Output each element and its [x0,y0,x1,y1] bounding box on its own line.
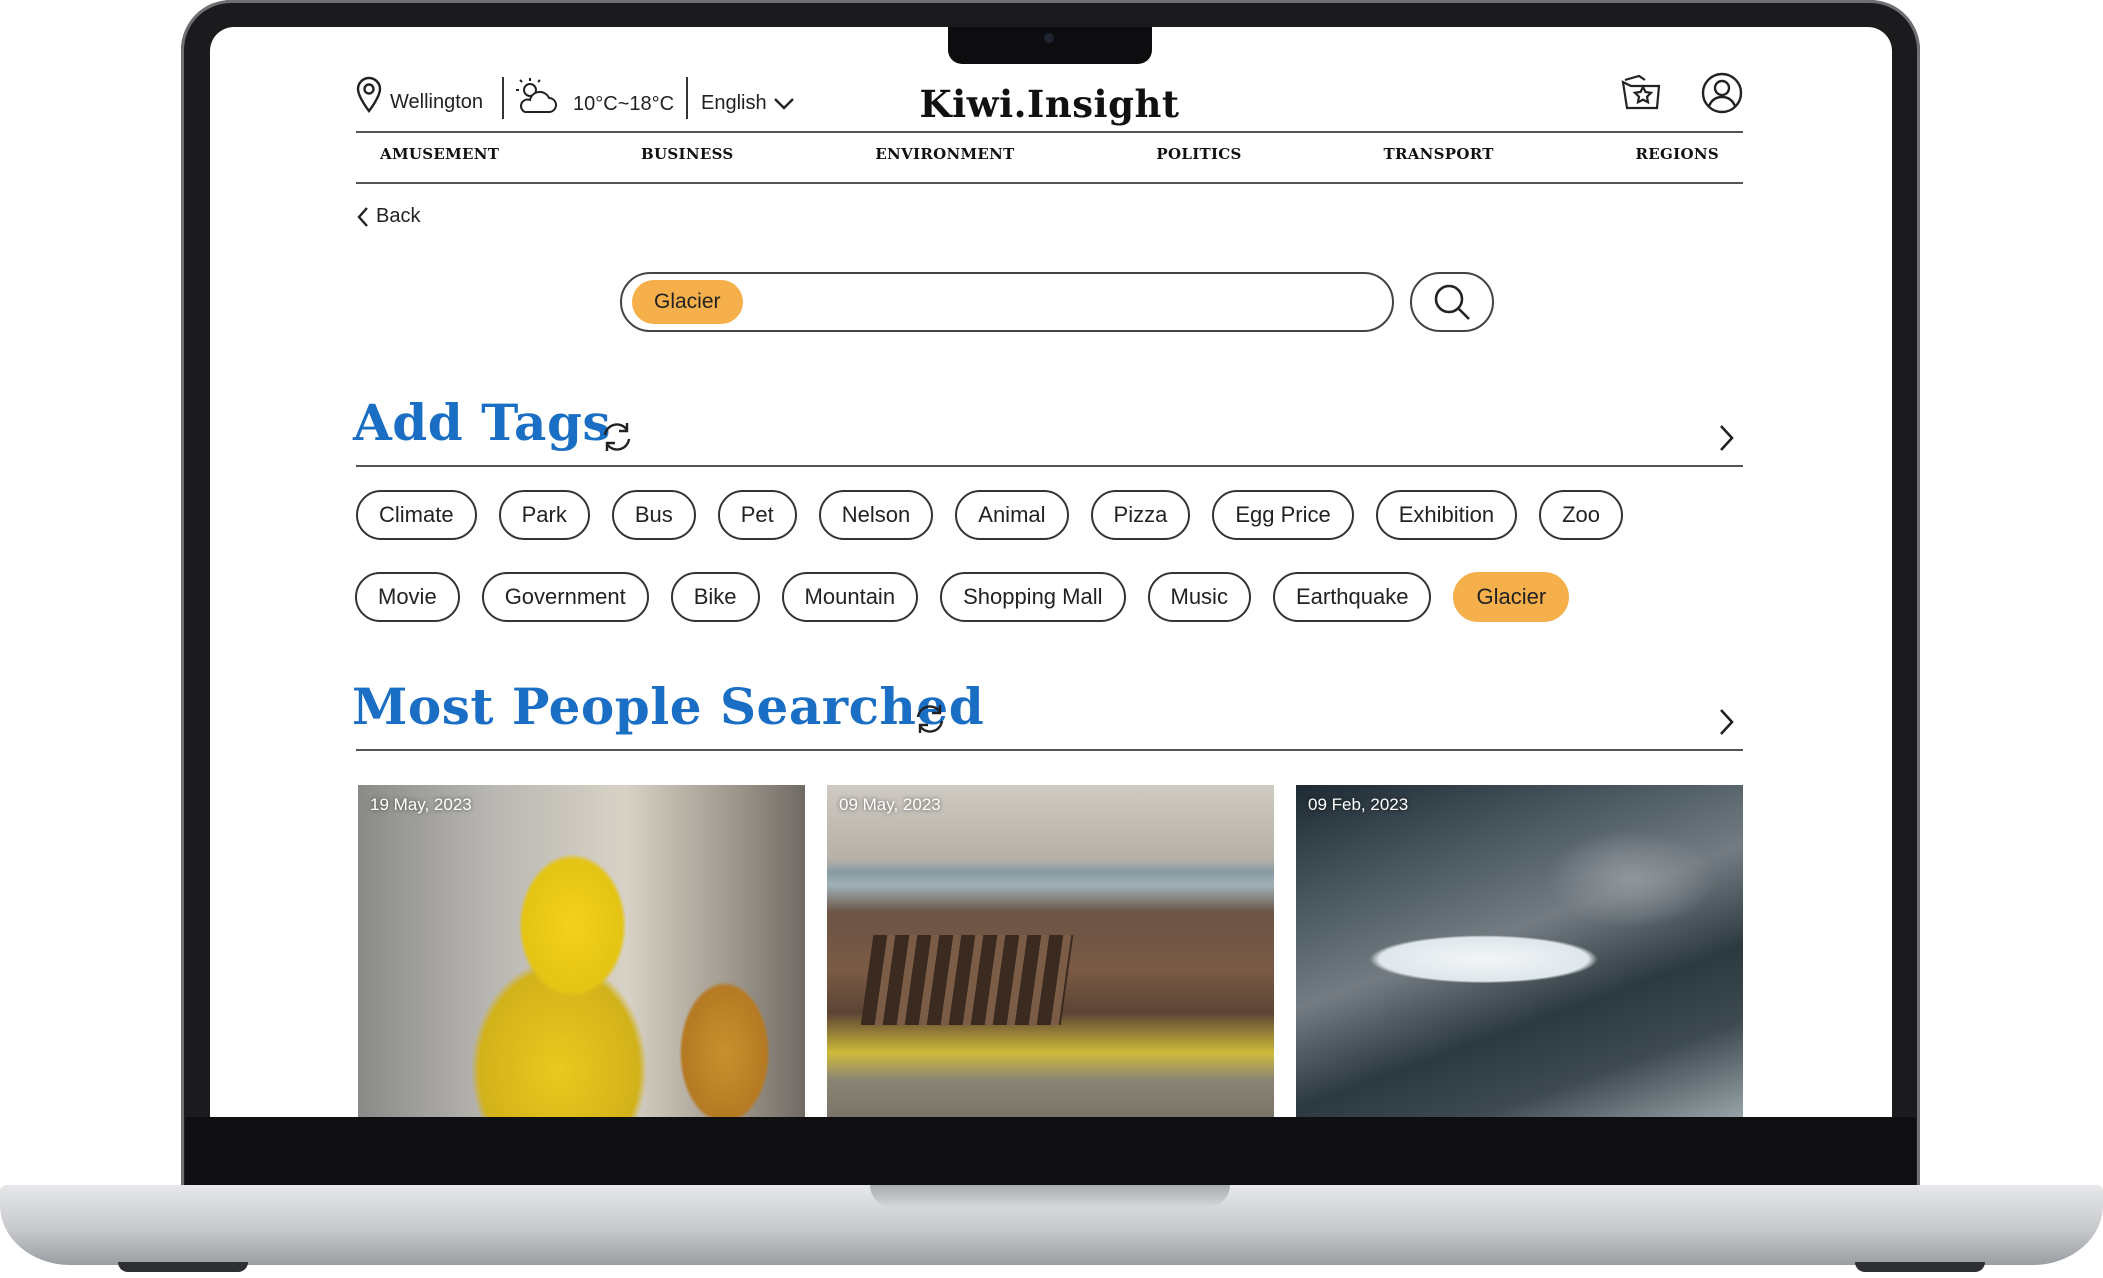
tag-nelson[interactable]: Nelson [818,490,934,540]
nav-amusement[interactable]: AMUSEMENT [380,145,499,163]
laptop-base-groove [870,1185,1230,1207]
back-button[interactable]: Back [356,205,420,228]
main-nav: AMUSEMENT BUSINESS ENVIRONMENT POLITICS … [356,145,1743,163]
nav-politics[interactable]: POLITICS [1156,145,1241,163]
add-tags-rule [356,465,1743,467]
tag-pizza[interactable]: Pizza [1090,490,1191,540]
tag-climate[interactable]: Climate [356,490,477,540]
nav-regions[interactable]: REGIONS [1636,145,1719,163]
article-card[interactable]: 19 May, 2023 [358,785,805,1117]
back-label: Back [376,205,421,227]
top-bar: Wellington 10°C~18°C English Kiwi.Insigh… [356,72,1743,132]
tags-row-1: Climate Park Bus Pet Nelson Animal Pizza… [356,490,1645,540]
tag-glacier[interactable]: Glacier [1453,572,1570,622]
tag-bus[interactable]: Bus [611,490,696,540]
camera-icon [1044,33,1054,43]
card-date: 09 Feb, 2023 [1308,795,1409,814]
tag-park[interactable]: Park [498,490,590,540]
tag-bike[interactable]: Bike [670,572,760,622]
refresh-icon[interactable] [600,420,634,454]
chevron-right-icon[interactable] [1718,423,1736,453]
tag-exhibition[interactable]: Exhibition [1375,490,1518,540]
chevron-left-icon [357,206,368,227]
favorites-icon[interactable] [1619,72,1663,116]
nav-environment[interactable]: ENVIRONMENT [875,145,1014,163]
laptop-foot-left [118,1262,248,1272]
laptop-chin [185,1117,1916,1190]
header-rule [356,131,1743,133]
laptop-foot-right [1855,1262,1985,1272]
tag-pet[interactable]: Pet [717,490,797,540]
add-tags-title: Add Tags [353,393,612,452]
most-searched-rule [356,749,1743,751]
screen: Wellington 10°C~18°C English Kiwi.Insigh… [210,27,1892,1117]
tag-government[interactable]: Government [481,572,649,622]
card-date: 19 May, 2023 [370,795,472,814]
tag-zoo[interactable]: Zoo [1539,490,1624,540]
tag-egg-price[interactable]: Egg Price [1212,490,1354,540]
camera-notch [948,27,1152,64]
article-card[interactable]: 09 May, 2023 [827,785,1274,1117]
top-icons [1619,72,1743,116]
tags-row-2: Movie Government Bike Mountain Shopping … [355,572,1591,622]
tag-mountain[interactable]: Mountain [781,572,919,622]
tag-earthquake[interactable]: Earthquake [1272,572,1432,622]
most-searched-title: Most People Searched [352,677,985,736]
site-logo[interactable]: Kiwi.Insight [356,82,1743,126]
user-account-icon[interactable] [1701,72,1743,114]
nav-business[interactable]: BUSINESS [641,145,734,163]
search-input[interactable]: Glacier [620,272,1394,332]
article-cards: 19 May, 2023 09 May, 2023 09 Feb, 2023 [358,785,1743,1117]
tag-animal[interactable]: Animal [955,490,1069,540]
tag-movie[interactable]: Movie [355,572,460,622]
refresh-icon[interactable] [913,702,947,736]
tag-music[interactable]: Music [1147,572,1251,622]
selected-tag-chip[interactable]: Glacier [632,280,743,324]
nav-transport[interactable]: TRANSPORT [1383,145,1493,163]
chevron-right-icon[interactable] [1718,707,1736,737]
search-icon [1434,284,1470,320]
search-button[interactable] [1410,272,1494,332]
tag-shopping-mall[interactable]: Shopping Mall [940,572,1126,622]
nav-rule [356,182,1743,184]
article-card[interactable]: 09 Feb, 2023 [1296,785,1743,1117]
card-date: 09 May, 2023 [839,795,941,814]
